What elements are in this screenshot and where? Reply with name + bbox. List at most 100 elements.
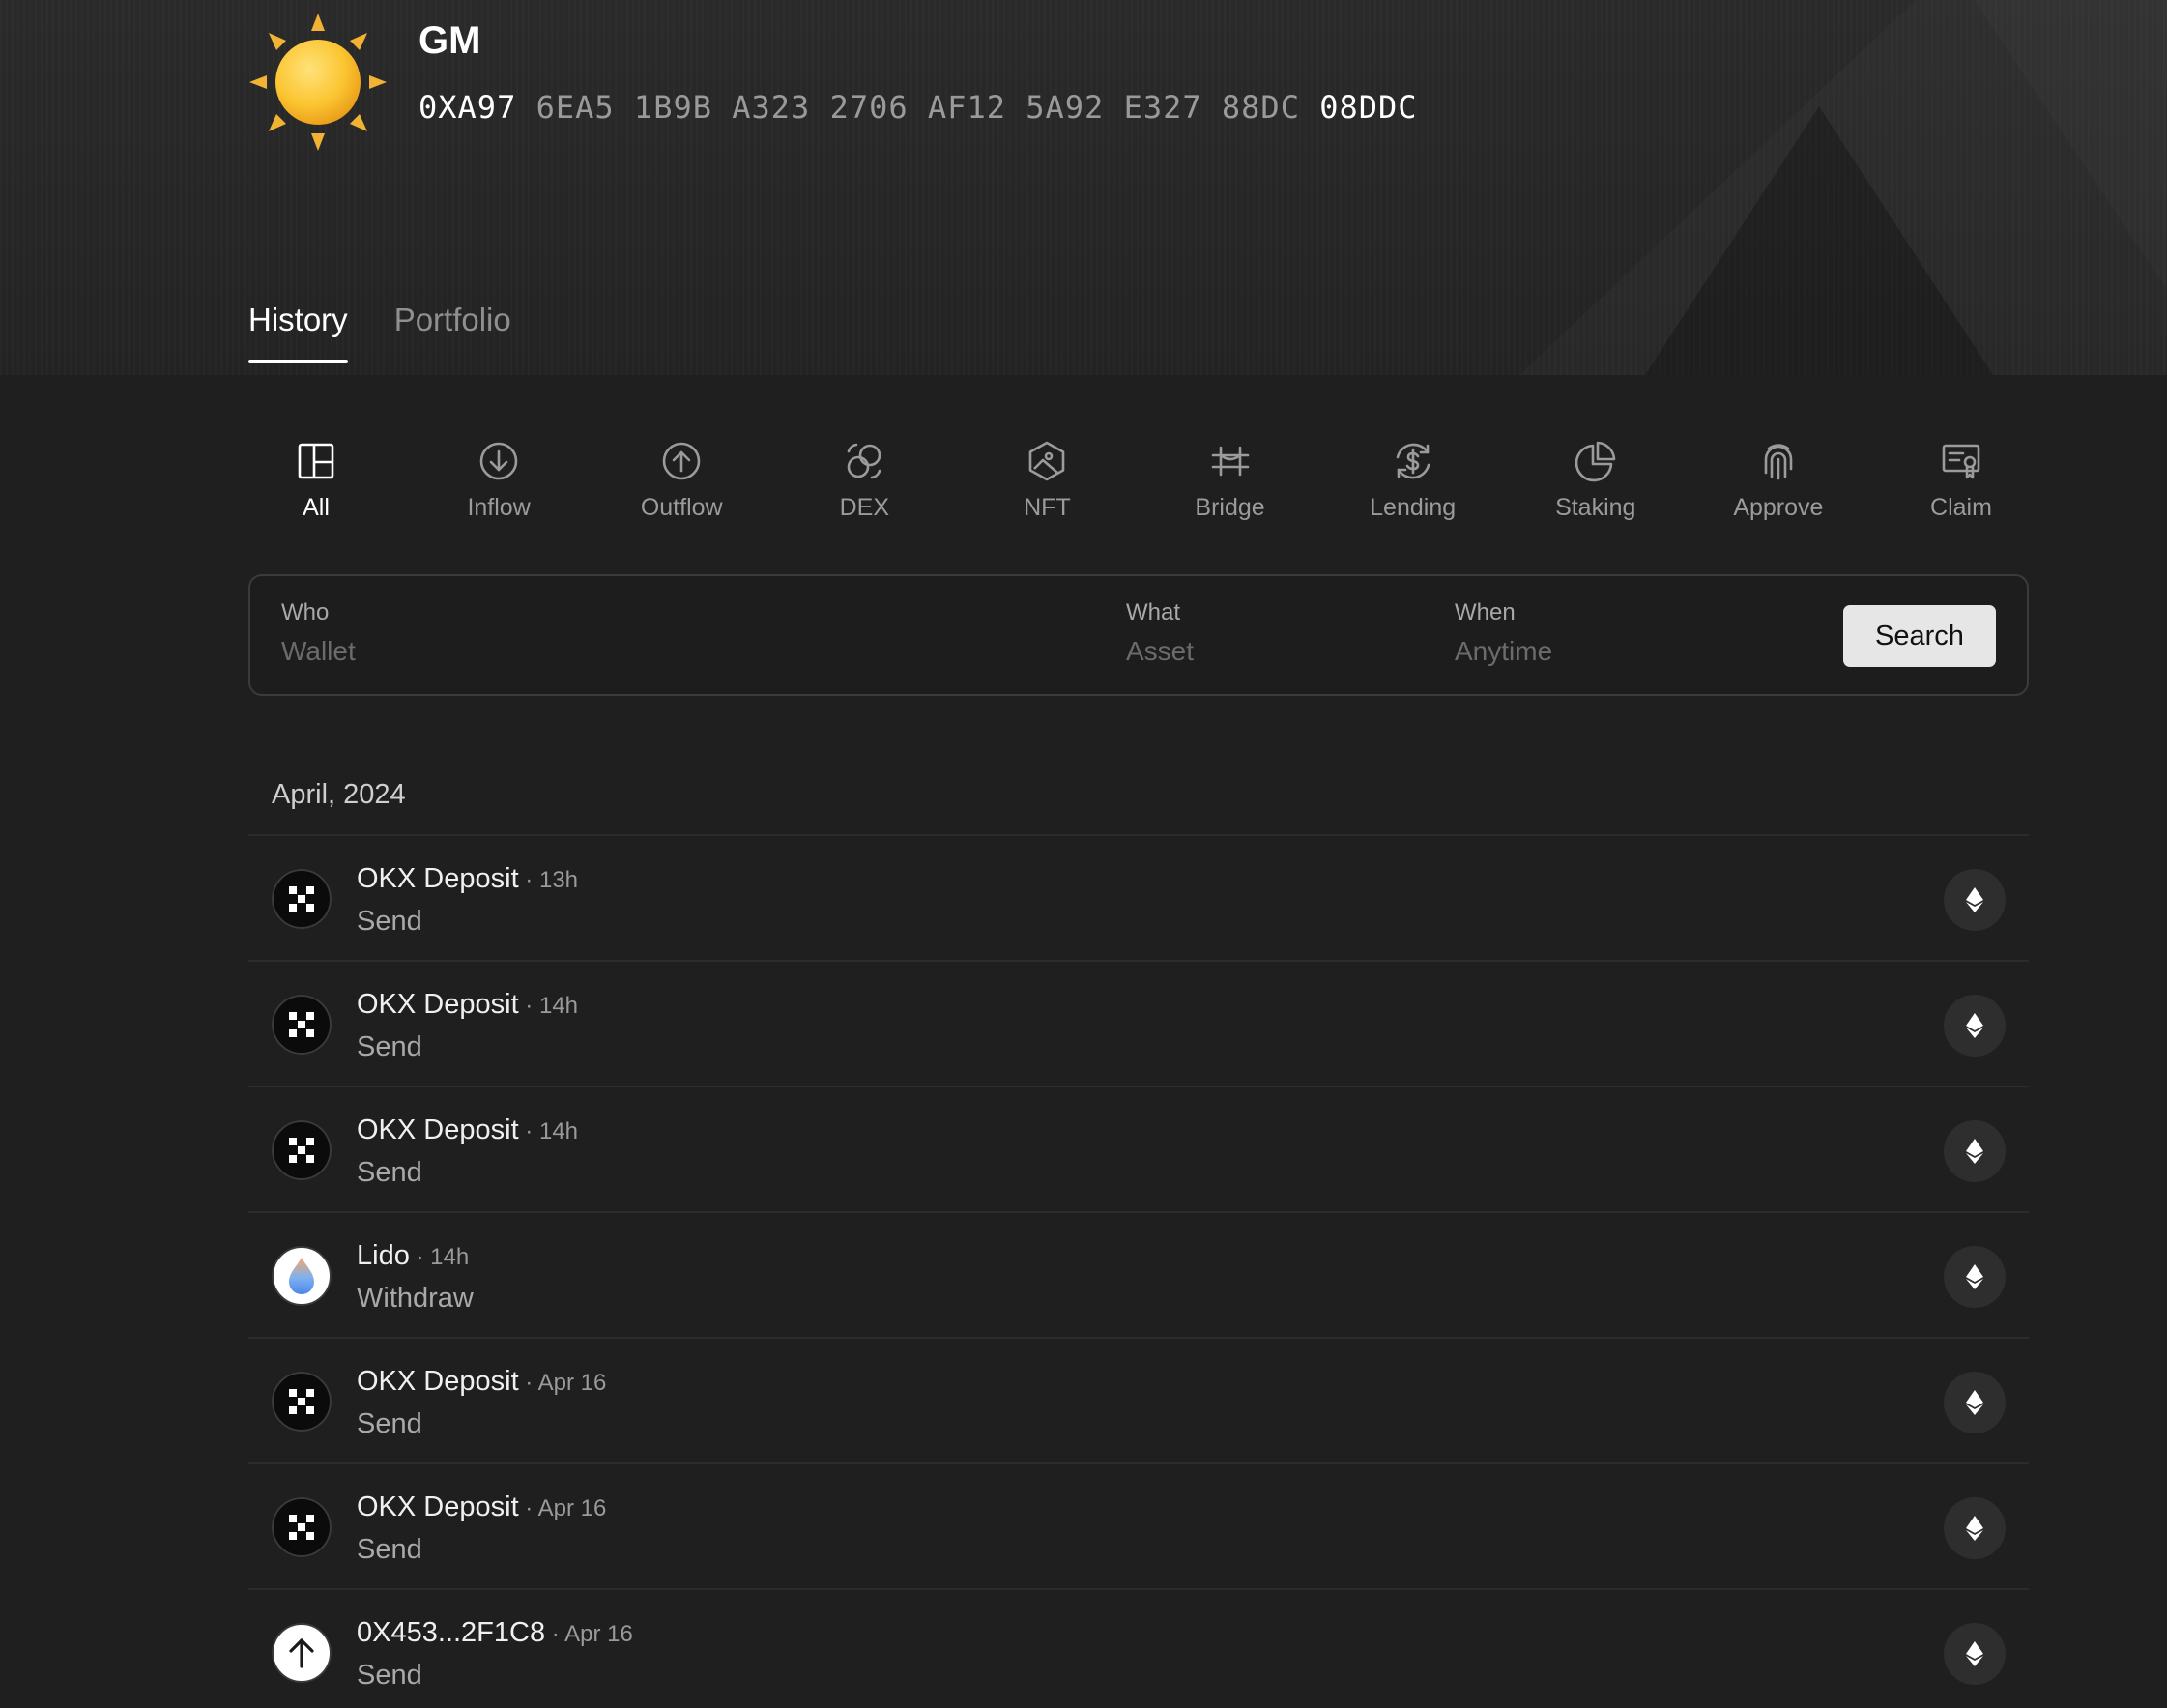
swap-coins-icon <box>848 443 881 479</box>
ethereum-icon <box>1966 1013 1983 1038</box>
filter-label: Inflow <box>467 494 531 521</box>
filter-outflow[interactable]: Outflow <box>614 440 749 546</box>
activity-time: · 13h <box>518 867 579 893</box>
ethereum-icon <box>1966 1264 1983 1289</box>
tab-history[interactable]: History <box>248 302 348 363</box>
activity-action: Send <box>357 1660 422 1691</box>
counterparty-name: OKX Deposit <box>357 1115 519 1145</box>
activity-row[interactable]: 0X453...2F1C8 · Apr 16 Send <box>248 1588 2029 1708</box>
activity-time: · Apr 16 <box>518 1495 607 1521</box>
activity-title: OKX Deposit · Apr 16 <box>357 1491 606 1523</box>
asset-input[interactable] <box>1126 636 1416 667</box>
filter-claim[interactable]: Claim <box>1893 440 2029 546</box>
filter-label: Claim <box>1930 494 1992 521</box>
lido-logo-icon <box>272 1246 332 1306</box>
ethereum-icon <box>1966 1139 1983 1164</box>
okx-logo-icon <box>272 1497 332 1557</box>
activity-action: Send <box>357 1534 422 1565</box>
counterparty-name: OKX Deposit <box>357 1491 519 1522</box>
activity-title: 0X453...2F1C8 · Apr 16 <box>357 1617 633 1649</box>
hexagon-image-icon <box>1029 441 1065 481</box>
when-field: When <box>1455 599 1803 667</box>
chain-badge <box>1944 995 2006 1057</box>
layout-icon <box>298 443 334 479</box>
filter-inflow[interactable]: Inflow <box>431 440 566 546</box>
activity-title: Lido · 14h <box>357 1240 469 1272</box>
activity-title: OKX Deposit · 14h <box>357 1115 578 1146</box>
chain-badge <box>1944 1497 2006 1559</box>
activity-list: OKX Deposit · 13h Send OKX Deposit · 14h… <box>248 834 2029 1708</box>
activity-row[interactable]: OKX Deposit · Apr 16 Send <box>248 1462 2029 1588</box>
chain-badge <box>1944 869 2006 931</box>
activity-time: · 14h <box>409 1244 470 1270</box>
filter-label: Approve <box>1733 494 1824 521</box>
activity-row[interactable]: OKX Deposit · 13h Send <box>248 834 2029 960</box>
counterparty-name: Lido <box>357 1240 410 1271</box>
activity-time: · 14h <box>518 993 579 1019</box>
chain-badge <box>1944 1246 2006 1308</box>
activity-row[interactable]: OKX Deposit · Apr 16 Send <box>248 1337 2029 1462</box>
activity-filter-bar: All Inflow Outflow DEX NFT Bridge Lendin… <box>248 440 2029 546</box>
filter-label: DEX <box>839 494 890 521</box>
who-label: Who <box>281 599 330 625</box>
ethereum-icon <box>1966 1390 1983 1415</box>
bridge-icon <box>1211 446 1249 477</box>
when-label: When <box>1455 599 1516 625</box>
what-field: What <box>1126 599 1416 667</box>
okx-logo-icon <box>272 869 332 929</box>
who-field: Who <box>281 599 1074 667</box>
filter-nft[interactable]: NFT <box>979 440 1114 546</box>
activity-time: · 14h <box>518 1118 579 1144</box>
dollar-cycle-icon <box>1396 443 1430 479</box>
certificate-icon <box>1942 444 1980 479</box>
filter-all[interactable]: All <box>248 440 384 546</box>
counterparty-name: OKX Deposit <box>357 863 519 894</box>
filter-label: NFT <box>1024 494 1071 521</box>
counterparty-name: OKX Deposit <box>357 989 519 1020</box>
activity-action: Send <box>357 1031 422 1062</box>
filter-staking[interactable]: Staking <box>1528 440 1663 546</box>
filter-bridge[interactable]: Bridge <box>1163 440 1298 546</box>
fingerprint-icon <box>1764 444 1793 480</box>
activity-row[interactable]: Lido · 14h Withdraw <box>248 1211 2029 1337</box>
filter-lending[interactable]: Lending <box>1345 440 1481 546</box>
activity-action: Send <box>357 1157 422 1188</box>
activity-row[interactable]: OKX Deposit · 14h Send <box>248 1086 2029 1211</box>
arrow-up-circle-icon <box>662 442 701 480</box>
filter-label: Bridge <box>1195 494 1265 521</box>
profile-tabs: History Portfolio <box>248 302 511 363</box>
activity-title: OKX Deposit · 14h <box>357 989 578 1021</box>
chain-badge <box>1944 1120 2006 1182</box>
activity-time: · Apr 16 <box>518 1370 607 1396</box>
search-button[interactable]: Search <box>1843 605 1996 667</box>
ethereum-icon <box>1966 1641 1983 1666</box>
okx-logo-icon <box>272 995 332 1055</box>
address-suffix: 08DDC <box>1319 89 1418 126</box>
activity-action: Send <box>357 906 422 937</box>
arrow-down-circle-icon <box>479 442 518 480</box>
wallet-address[interactable]: 0XA97 6EA5 1B9B A323 2706 AF12 5A92 E327… <box>419 89 1418 126</box>
address-middle: 6EA5 1B9B A323 2706 AF12 5A92 E327 88DC <box>516 89 1320 126</box>
tab-portfolio[interactable]: Portfolio <box>394 302 511 363</box>
activity-title: OKX Deposit · Apr 16 <box>357 1366 606 1398</box>
filter-label: Staking <box>1555 494 1636 521</box>
activity-time: · Apr 16 <box>545 1621 633 1647</box>
chain-badge <box>1944 1372 2006 1433</box>
address-prefix: 0XA97 <box>419 89 517 126</box>
time-input[interactable] <box>1455 636 1803 667</box>
counterparty-name: 0X453...2F1C8 <box>357 1617 546 1648</box>
profile-header: GM 0XA97 6EA5 1B9B A323 2706 AF12 5A92 E… <box>0 0 2167 375</box>
chain-badge <box>1944 1623 2006 1685</box>
sun-avatar-icon <box>249 14 387 151</box>
filter-dex[interactable]: DEX <box>796 440 932 546</box>
wallet-input[interactable] <box>281 636 1074 667</box>
filter-label: All <box>303 494 330 521</box>
arrow-up-icon <box>272 1623 332 1683</box>
activity-row[interactable]: OKX Deposit · 14h Send <box>248 960 2029 1086</box>
what-label: What <box>1126 599 1181 625</box>
filter-label: Lending <box>1370 494 1457 521</box>
header-decoration-icon <box>1645 106 1993 375</box>
activity-action: Send <box>357 1408 422 1439</box>
filter-approve[interactable]: Approve <box>1711 440 1846 546</box>
ethereum-icon <box>1966 1516 1983 1541</box>
